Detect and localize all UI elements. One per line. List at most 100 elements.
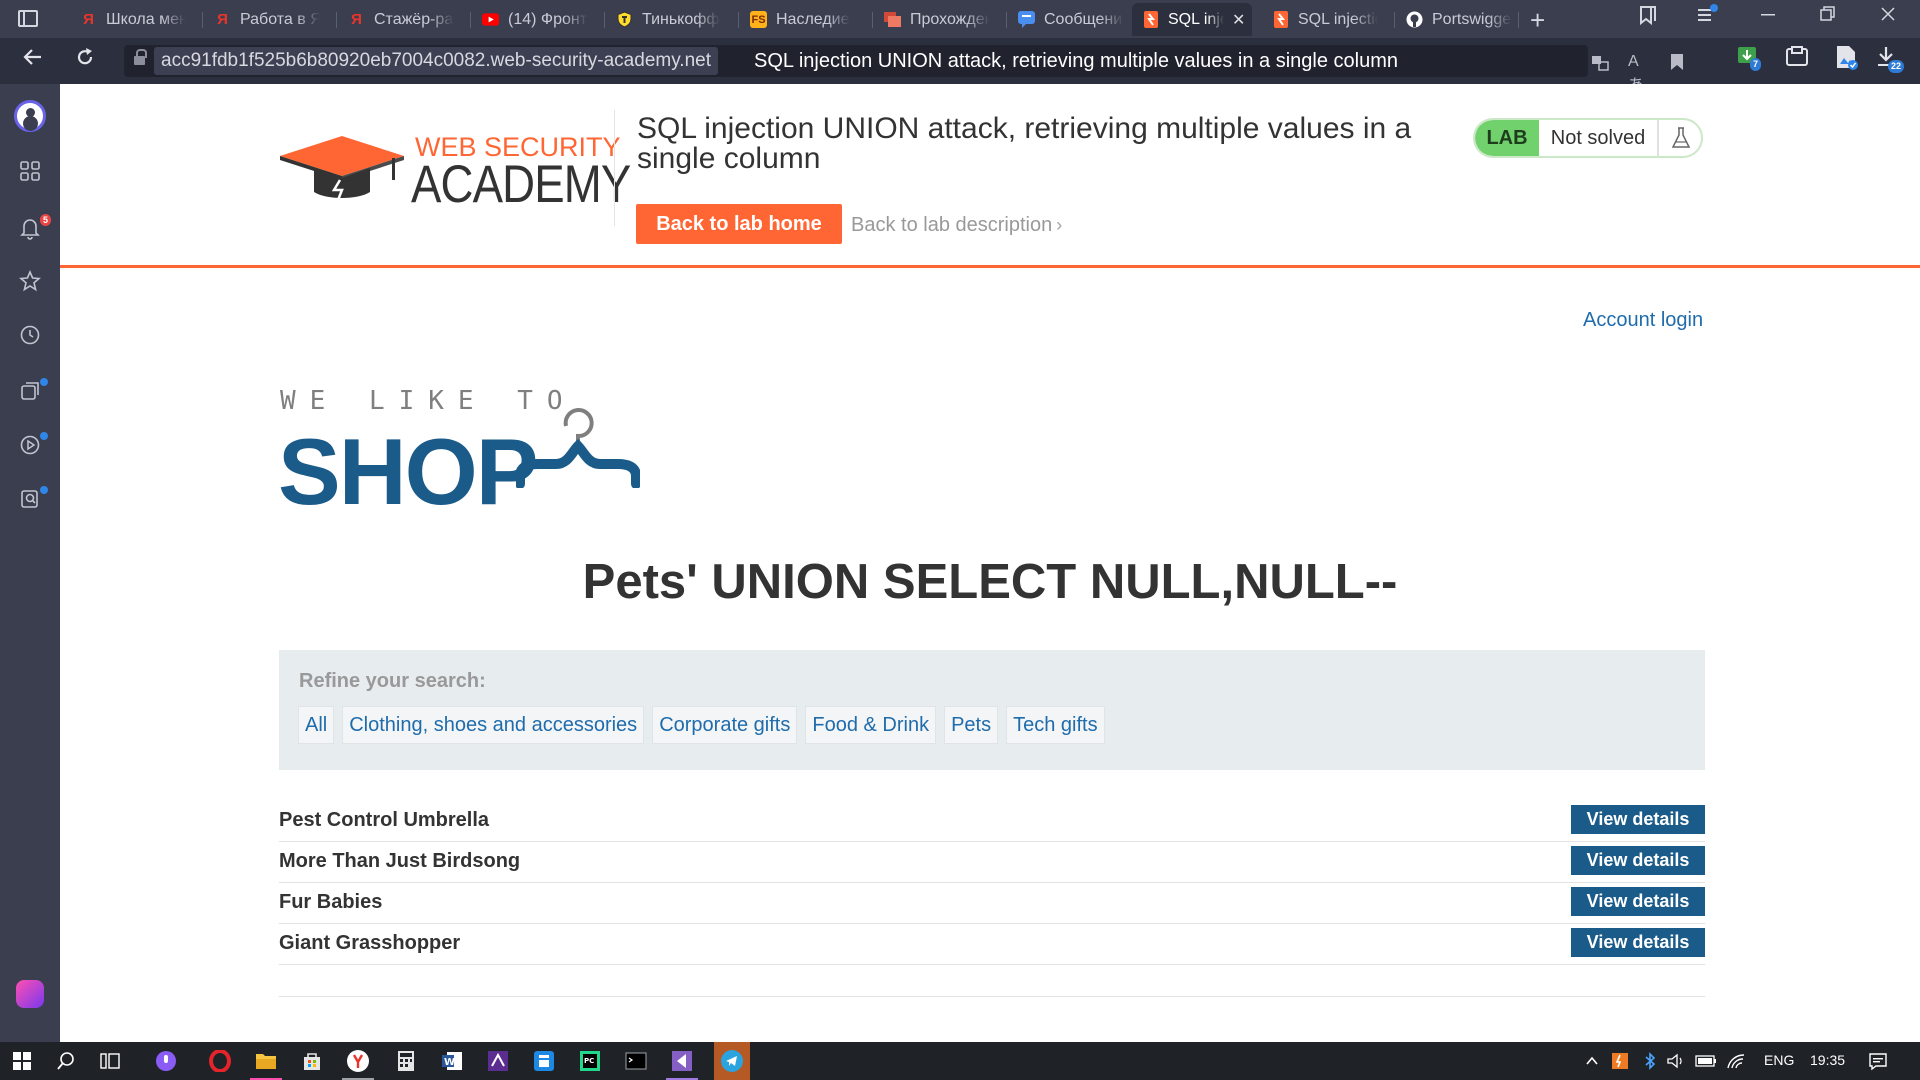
bookmarks-collection-icon[interactable] bbox=[1636, 4, 1658, 32]
tray-app-icon[interactable] bbox=[1606, 1047, 1634, 1075]
table-row: Pest Control Umbrella View details bbox=[279, 801, 1705, 842]
product-name: Giant Grasshopper bbox=[279, 932, 461, 954]
screenshot-icon[interactable] bbox=[1784, 44, 1810, 76]
back-to-lab-home-button[interactable]: Back to lab home bbox=[636, 204, 842, 244]
alice-assistant-icon[interactable] bbox=[16, 980, 44, 1008]
tracker-icon[interactable] bbox=[530, 1047, 558, 1075]
back-to-lab-description-link[interactable]: Back to lab description›› bbox=[851, 214, 1062, 237]
clock[interactable]: 19:35 bbox=[1810, 1052, 1845, 1068]
browser-tab[interactable]: Portswigger bbox=[1396, 3, 1518, 36]
lock-icon bbox=[134, 49, 147, 67]
collections-icon[interactable] bbox=[0, 380, 60, 408]
language-indicator[interactable]: ENG bbox=[1764, 1052, 1794, 1068]
word-icon[interactable]: W bbox=[438, 1047, 466, 1075]
table-row: Giant Grasshopper View details bbox=[279, 924, 1705, 965]
browser-tab[interactable]: (14) Фронтенд bbox=[472, 3, 604, 36]
yandex-browser-icon[interactable] bbox=[344, 1047, 372, 1075]
wifi-icon[interactable] bbox=[1722, 1047, 1750, 1075]
battery-icon[interactable] bbox=[1692, 1047, 1720, 1075]
opera-icon[interactable] bbox=[206, 1047, 234, 1075]
windows-taskbar: W PC ENG 19:35 bbox=[0, 1042, 1920, 1080]
extension-download-icon[interactable]: 7 bbox=[1736, 44, 1762, 76]
browser-tab[interactable]: Тинькофф bbox=[606, 3, 738, 36]
logo-academy-text: ACADEMY bbox=[411, 155, 631, 214]
close-icon[interactable]: ✕ bbox=[1232, 10, 1245, 30]
store-bag-icon[interactable] bbox=[298, 1047, 326, 1075]
product-name: More Than Just Birdsong bbox=[279, 850, 521, 872]
video-play-icon[interactable] bbox=[0, 434, 60, 462]
search-results-heading: Pets' UNION SELECT NULL,NULL-- bbox=[582, 555, 1398, 609]
new-tab-plus-icon[interactable]: + bbox=[1530, 5, 1545, 36]
shop-logo-word: SHOP bbox=[278, 419, 538, 524]
windows-start-icon[interactable] bbox=[8, 1047, 36, 1075]
tab-separator bbox=[202, 12, 203, 28]
we-like-to-shop-logo[interactable]: WE LIKE TO SHOP bbox=[278, 386, 740, 524]
menu-icon[interactable] bbox=[1696, 4, 1718, 32]
filter-corporate-gifts[interactable]: Corporate gifts bbox=[652, 706, 798, 744]
view-details-button[interactable]: View details bbox=[1571, 846, 1705, 875]
image-extension-icon[interactable] bbox=[1834, 44, 1858, 76]
pycharm-icon[interactable]: PC bbox=[576, 1047, 604, 1075]
tab-separator bbox=[336, 12, 337, 28]
calculator-icon[interactable] bbox=[392, 1047, 420, 1075]
header-divider bbox=[614, 110, 615, 226]
translate-icon[interactable] bbox=[1590, 53, 1610, 78]
tab-separator bbox=[1394, 12, 1395, 28]
lab-tag: LAB bbox=[1475, 120, 1539, 156]
chevron-up-icon[interactable] bbox=[1578, 1047, 1606, 1075]
history-clock-icon[interactable] bbox=[0, 324, 60, 352]
bluetooth-icon[interactable] bbox=[1636, 1047, 1664, 1075]
terminal-icon[interactable] bbox=[622, 1047, 650, 1075]
browser-tab[interactable]: Я Работа в Яндексе bbox=[204, 3, 336, 36]
youtube-icon bbox=[482, 11, 499, 28]
product-name: Fur Babies bbox=[279, 891, 383, 913]
action-center-icon[interactable] bbox=[1864, 1047, 1892, 1075]
visual-studio-icon[interactable] bbox=[484, 1047, 512, 1075]
filter-clothing[interactable]: Clothing, shoes and accessories bbox=[342, 706, 645, 744]
lab-state: Not solved bbox=[1550, 126, 1646, 149]
search-icon[interactable] bbox=[52, 1047, 80, 1075]
reload-icon[interactable] bbox=[74, 46, 96, 74]
filter-pets[interactable]: Pets bbox=[944, 706, 999, 744]
telegram-icon[interactable] bbox=[714, 1042, 750, 1080]
view-details-button[interactable]: View details bbox=[1571, 805, 1705, 834]
browser-tab[interactable]: Сообщения bbox=[1008, 3, 1140, 36]
back-arrow-icon[interactable] bbox=[22, 46, 44, 74]
flask-icon bbox=[1657, 120, 1701, 156]
apps-grid-icon[interactable] bbox=[0, 160, 60, 188]
filter-all[interactable]: All bbox=[298, 706, 335, 744]
sidebar-toggle-icon[interactable] bbox=[18, 10, 38, 27]
web-security-academy-logo[interactable]: WEB SECURITY ACADEMY bbox=[280, 120, 631, 230]
category-filter-list: All Clothing, shoes and accessories Corp… bbox=[298, 706, 1105, 744]
header-orange-rule bbox=[60, 265, 1920, 268]
alice-taskbar-icon[interactable] bbox=[152, 1047, 180, 1075]
browser-tab[interactable]: Прохождение bbox=[874, 3, 1006, 36]
chat-icon bbox=[1018, 11, 1035, 28]
file-explorer-icon[interactable] bbox=[252, 1047, 280, 1075]
account-login-link[interactable]: Account login bbox=[1583, 309, 1703, 332]
browser-tab[interactable]: Я Школа менеджеров bbox=[70, 3, 202, 36]
view-details-button[interactable]: View details bbox=[1571, 887, 1705, 916]
browser-tab[interactable]: FS Наследие bbox=[740, 3, 872, 36]
close-window-icon[interactable] bbox=[1878, 4, 1898, 30]
restore-icon[interactable] bbox=[1818, 4, 1838, 30]
task-view-icon[interactable] bbox=[96, 1047, 124, 1075]
volume-icon[interactable] bbox=[1662, 1047, 1690, 1075]
update-dot bbox=[40, 432, 48, 440]
filter-tech-gifts[interactable]: Tech gifts bbox=[1006, 706, 1105, 744]
profile-avatar[interactable] bbox=[14, 100, 46, 132]
downloads-icon[interactable]: 22 bbox=[1874, 44, 1905, 76]
url-domain[interactable]: acc91fdb1f525b6b80920eb7004c0082.web-sec… bbox=[154, 47, 718, 75]
browser-tab[interactable]: SQL injection bbox=[1262, 3, 1394, 36]
view-details-button[interactable]: View details bbox=[1571, 928, 1705, 957]
minimize-icon[interactable] bbox=[1758, 4, 1778, 30]
browser-tab[interactable]: Я Стажёр-разработчик bbox=[338, 3, 470, 36]
url-field[interactable]: acc91fdb1f525b6b80920eb7004c0082.web-sec… bbox=[124, 45, 1683, 94]
browser-tab-active[interactable]: SQL injection ✕ bbox=[1132, 3, 1252, 36]
lens-search-icon[interactable] bbox=[0, 488, 60, 516]
favorites-star-icon[interactable] bbox=[0, 269, 60, 298]
web-page: WEB SECURITY ACADEMY SQL injection UNION… bbox=[60, 84, 1920, 1042]
bookmark-icon[interactable] bbox=[1670, 53, 1684, 76]
visual-studio-code-icon[interactable] bbox=[668, 1047, 696, 1075]
filter-food-drink[interactable]: Food & Drink bbox=[805, 706, 937, 744]
